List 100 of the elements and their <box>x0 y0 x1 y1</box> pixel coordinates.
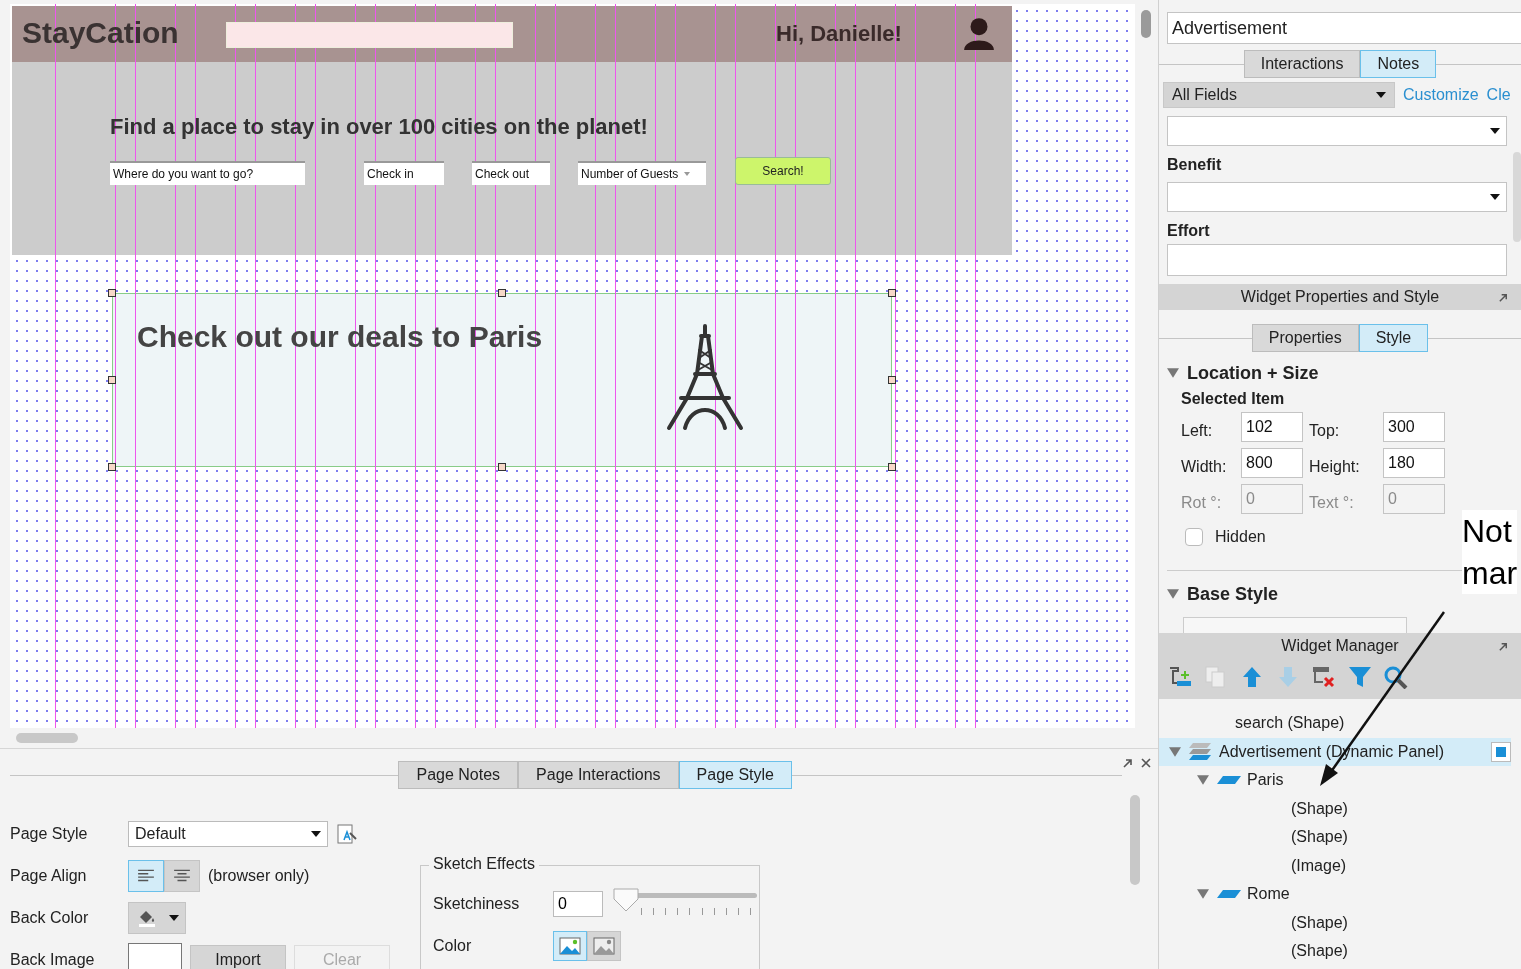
fields-dropdown[interactable]: All Fields <box>1163 82 1395 108</box>
tab[interactable]: Notes <box>1360 50 1437 78</box>
field-label: Page Style <box>10 825 89 843</box>
subsection-title: Selected Item <box>1181 390 1286 408</box>
dropdown-field[interactable] <box>1167 182 1507 212</box>
caret-icon <box>1490 194 1500 200</box>
guests-dropdown[interactable]: Number of Guests <box>578 161 706 185</box>
field-label: Sketchiness <box>433 895 521 913</box>
pop-out-icon[interactable] <box>1498 640 1509 652</box>
input-field[interactable] <box>1167 244 1507 276</box>
field-label: Back Image <box>10 951 96 969</box>
tab[interactable]: Properties <box>1251 324 1359 352</box>
number-field[interactable]: 180 <box>1383 448 1445 478</box>
scrollbar-thumb[interactable] <box>16 733 78 743</box>
tab[interactable]: Page Interactions <box>518 761 679 789</box>
grayscale-mode-button[interactable] <box>587 931 621 961</box>
scrollbar-thumb[interactable] <box>1513 152 1521 242</box>
filter-icon[interactable] <box>1347 665 1373 689</box>
import-button[interactable]: Import <box>190 945 286 969</box>
tree-item[interactable]: (Image) <box>1159 851 1511 880</box>
layers-icon <box>1187 740 1213 763</box>
tree-item[interactable]: (Shape) <box>1159 794 1511 823</box>
tree-item[interactable]: (Shape) <box>1159 937 1511 966</box>
checkbox-label: Hidden <box>1215 528 1266 546</box>
align-center-icon <box>173 869 191 883</box>
caret-icon <box>311 831 321 837</box>
align-note: (browser only) <box>208 867 310 885</box>
resize-handle[interactable] <box>498 463 506 471</box>
tab[interactable]: Style <box>1358 324 1429 352</box>
search-button[interactable]: Search! <box>735 157 831 185</box>
slider-thumb[interactable] <box>613 888 639 912</box>
disclosure-triangle-icon[interactable] <box>1169 746 1181 757</box>
scrollbar-thumb[interactable] <box>1130 795 1140 885</box>
user-icon <box>962 16 996 50</box>
field-label: Width: <box>1181 457 1228 476</box>
paint-bucket-icon <box>137 909 157 927</box>
dropdown-field[interactable] <box>1167 116 1507 146</box>
scrollbar-thumb[interactable] <box>1141 10 1151 38</box>
align-left-icon <box>137 869 155 883</box>
section-title: Location + Size <box>1187 362 1319 384</box>
tree-item[interactable]: Paris <box>1159 766 1511 795</box>
field-label: Top: <box>1309 421 1341 440</box>
input-field[interactable]: Check out <box>472 161 550 185</box>
annotation-text: mar <box>1462 554 1518 593</box>
field-label: Left: <box>1181 421 1214 440</box>
field-label: Rot °: <box>1181 493 1223 512</box>
caret-icon <box>169 915 179 921</box>
disclosure-triangle-icon[interactable] <box>1167 368 1179 378</box>
section-title: Widget Manager <box>1281 637 1399 655</box>
image-icon <box>593 937 615 955</box>
field-label: Height: <box>1309 457 1361 476</box>
resize-handle[interactable] <box>888 463 896 471</box>
resize-handle[interactable] <box>888 376 896 384</box>
tree-item[interactable]: search (Shape) <box>1159 709 1511 738</box>
pop-out-icon[interactable] <box>1122 757 1134 769</box>
tab[interactable]: Interactions <box>1243 50 1361 78</box>
input-field[interactable]: Check in <box>364 161 444 185</box>
field-label: Benefit <box>1167 155 1223 175</box>
caret-icon <box>682 171 693 177</box>
sketchiness-input[interactable]: 0 <box>553 891 603 917</box>
tab[interactable]: Page Notes <box>398 761 519 789</box>
disclosure-triangle-icon[interactable] <box>1167 589 1179 599</box>
edit-style-icon[interactable] <box>336 823 358 845</box>
tree-item[interactable]: Rome <box>1159 880 1511 909</box>
checkbox[interactable] <box>1185 528 1203 546</box>
number-field[interactable]: 102 <box>1241 412 1303 442</box>
color-mode-button[interactable] <box>553 931 587 961</box>
disclosure-triangle-icon[interactable] <box>1197 889 1209 900</box>
add-page-icon[interactable] <box>1167 665 1193 689</box>
align-center-button[interactable] <box>164 860 200 892</box>
panel-name-field[interactable]: Advertisement <box>1167 12 1521 44</box>
page-style-dropdown[interactable]: Default <box>128 821 328 847</box>
eiffel-tower-icon <box>665 324 745 432</box>
number-field[interactable]: 800 <box>1241 448 1303 478</box>
align-left-button[interactable] <box>128 860 164 892</box>
disclosure-triangle-icon[interactable] <box>1197 775 1209 786</box>
input-field[interactable]: Where do you want to go? <box>110 161 305 185</box>
tab[interactable]: Page Style <box>678 761 792 789</box>
resize-handle[interactable] <box>498 289 506 297</box>
field-label: Page Align <box>10 867 88 885</box>
visibility-checkbox[interactable] <box>1491 741 1511 762</box>
number-field[interactable]: 300 <box>1383 412 1445 442</box>
resize-handle[interactable] <box>108 463 116 471</box>
tree-item[interactable]: (Shape) <box>1159 823 1511 852</box>
search-icon[interactable] <box>1383 665 1409 689</box>
section-title: Widget Properties and Style <box>1240 288 1440 306</box>
resize-handle[interactable] <box>888 289 896 297</box>
pop-out-icon[interactable] <box>1498 291 1509 303</box>
caret-icon <box>1490 128 1500 134</box>
resize-handle[interactable] <box>108 376 116 384</box>
annotation-text: Not <box>1462 512 1513 551</box>
field-label: Text °: <box>1309 493 1355 512</box>
field-label: Effort <box>1167 221 1211 241</box>
tree-item[interactable]: (Shape) <box>1159 908 1511 937</box>
section-title: Base Style <box>1187 583 1279 605</box>
fill-color-button[interactable] <box>128 902 186 934</box>
close-icon[interactable] <box>1140 757 1152 769</box>
image-icon <box>559 937 581 955</box>
resize-handle[interactable] <box>108 289 116 297</box>
delete-icon[interactable] <box>1311 665 1337 689</box>
